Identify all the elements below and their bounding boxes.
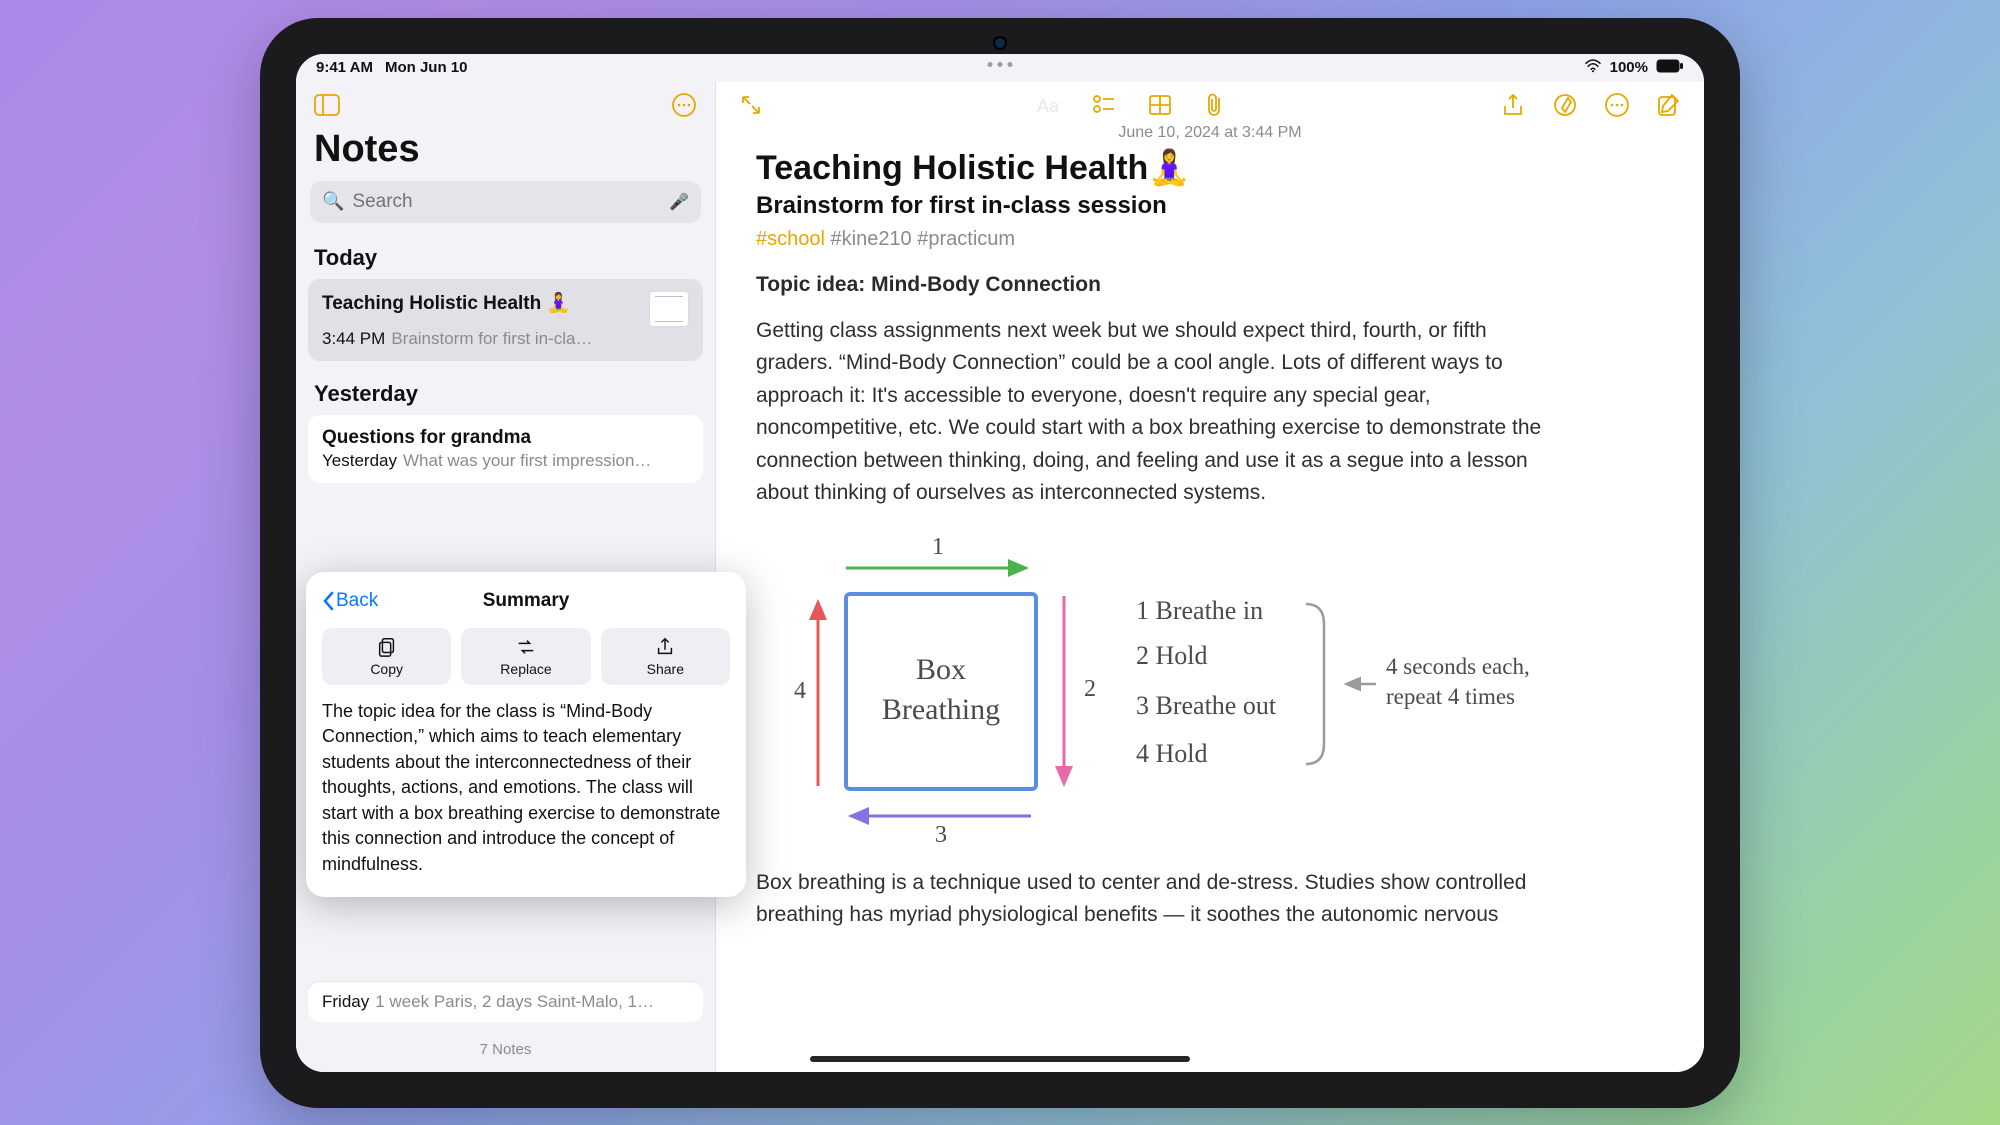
topic-heading: Topic idea: Mind-Body Connection <box>756 273 1664 297</box>
svg-text:1 Breathe in: 1 Breathe in <box>1136 596 1263 625</box>
note-paragraph-2: Box breathing is a technique used to cen… <box>756 867 1576 932</box>
section-today: Today <box>296 235 715 279</box>
dictation-icon[interactable]: 🎤 <box>669 192 689 212</box>
checklist-icon[interactable] <box>1091 92 1117 118</box>
svg-text:Breathing: Breathing <box>882 693 1000 726</box>
note-more-icon[interactable] <box>1604 92 1630 118</box>
sidebar-toggle-icon[interactable] <box>314 92 340 118</box>
note-editor: Aa June 10, 2024 at 3:44 PM Teaching Hol <box>716 82 1704 1072</box>
note-body[interactable]: Teaching Holistic Health🧘‍♀️ Brainstorm … <box>716 148 1704 1072</box>
expand-icon[interactable] <box>738 92 764 118</box>
svg-text:4: 4 <box>794 678 806 704</box>
note-date: June 10, 2024 at 3:44 PM <box>716 122 1704 148</box>
share-note-icon[interactable] <box>1500 92 1526 118</box>
svg-text:4 seconds each,: 4 seconds each, <box>1386 654 1530 679</box>
note-item-peek[interactable]: Friday1 week Paris, 2 days Saint-Malo, 1… <box>308 982 703 1022</box>
svg-text:2 Hold: 2 Hold <box>1136 641 1208 670</box>
sidebar-footer: 7 Notes <box>296 1027 715 1072</box>
note-tags: #school #kine210 #practicum <box>756 228 1664 251</box>
search-input[interactable] <box>352 191 661 213</box>
sidebar-title: Notes <box>296 122 715 181</box>
status-bar: 9:41 AM Mon Jun 10 100% <box>296 54 1704 82</box>
compose-icon[interactable] <box>1656 92 1682 118</box>
home-indicator[interactable] <box>810 1056 1190 1062</box>
note-paragraph-1: Getting class assignments next week but … <box>756 315 1566 510</box>
svg-text:repeat 4 times: repeat 4 times <box>1386 684 1515 709</box>
note-title: Teaching Holistic Health 🧘‍♀️ <box>322 291 641 315</box>
multitask-dots[interactable] <box>988 62 1013 67</box>
note-item-grandma[interactable]: Questions for grandma YesterdayWhat was … <box>308 415 703 483</box>
note-thumbnail <box>649 291 689 327</box>
attachment-icon[interactable] <box>1203 92 1229 118</box>
status-time: 9:41 AM <box>316 59 373 76</box>
copy-button[interactable]: Copy <box>322 628 451 685</box>
battery-percent: 100% <box>1610 59 1648 76</box>
back-button[interactable]: Back <box>322 590 378 612</box>
status-date: Mon Jun 10 <box>385 59 468 76</box>
popover-title: Summary <box>483 590 570 612</box>
section-yesterday: Yesterday <box>296 371 715 415</box>
replace-button[interactable]: Replace <box>461 628 590 685</box>
svg-text:Aa: Aa <box>1037 96 1060 116</box>
svg-text:Box: Box <box>916 653 966 686</box>
summary-popover: Back Summary Copy Replace Share The topi… <box>306 572 746 898</box>
summary-text: The topic idea for the class is “Mind-Bo… <box>322 699 730 878</box>
more-icon[interactable] <box>671 92 697 118</box>
svg-text:3: 3 <box>935 822 947 844</box>
text-format-icon[interactable]: Aa <box>1035 92 1061 118</box>
search-icon: 🔍 <box>322 191 344 212</box>
note-title: Teaching Holistic Health🧘‍♀️ <box>756 148 1664 188</box>
note-item-teaching[interactable]: Teaching Holistic Health 🧘‍♀️ 3:44 PMBra… <box>308 279 703 361</box>
svg-text:4 Hold: 4 Hold <box>1136 739 1208 768</box>
note-title: Questions for grandma <box>322 427 689 449</box>
note-subtitle: Brainstorm for first in-class session <box>756 192 1664 220</box>
svg-text:3 Breathe out: 3 Breathe out <box>1136 691 1277 720</box>
table-icon[interactable] <box>1147 92 1173 118</box>
wifi-icon <box>1584 59 1602 77</box>
svg-text:2: 2 <box>1084 676 1096 702</box>
markup-icon[interactable] <box>1552 92 1578 118</box>
share-button[interactable]: Share <box>601 628 730 685</box>
box-breathing-sketch: Box Breathing 1 2 3 4 1 Breathe in 2 Hol <box>766 524 1664 849</box>
search-field[interactable]: 🔍 🎤 <box>310 181 701 223</box>
battery-icon <box>1656 59 1684 77</box>
svg-text:1: 1 <box>932 534 944 560</box>
